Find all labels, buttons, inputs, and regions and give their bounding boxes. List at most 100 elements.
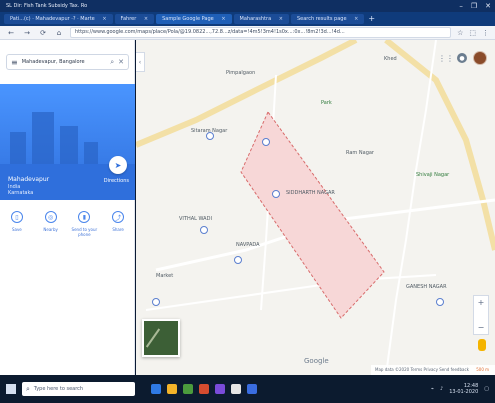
maximize-icon[interactable]: ❐ xyxy=(471,2,477,10)
action-send[interactable]: ▮ Send to your phone xyxy=(70,211,98,237)
tab-label: Pati...(c) · Mahadevapur ·? · Marte xyxy=(10,16,95,22)
system-tray: ⌁ ♪ 12:48 13-01-2020 ▢ xyxy=(431,383,489,395)
satellite-toggle[interactable] xyxy=(142,319,180,357)
tab-close-icon[interactable]: × xyxy=(221,16,225,22)
nearby-icon: ◎ xyxy=(44,211,57,223)
action-share[interactable]: ⤴ Share xyxy=(104,211,132,232)
poi-marker[interactable] xyxy=(272,190,280,198)
notification-icon[interactable]: ● xyxy=(457,53,467,63)
reload-icon[interactable]: ⟳ xyxy=(38,28,48,38)
app-icon[interactable] xyxy=(183,384,193,394)
extension-icon[interactable]: ⬚ xyxy=(469,29,476,37)
road-minor xyxy=(145,274,437,311)
tab-4[interactable]: Maharashtra × xyxy=(233,14,289,24)
search-icon[interactable]: ⌕ xyxy=(110,58,114,67)
place-panel: ≡ Mahadevapur, Bangalore ⌕ ✕ Mahadevapur… xyxy=(0,40,135,375)
apps-grid-icon[interactable]: ⋮⋮ xyxy=(438,53,454,63)
poi-marker[interactable] xyxy=(152,298,160,306)
tab-close-icon[interactable]: × xyxy=(354,16,358,22)
poi-marker[interactable] xyxy=(206,132,214,140)
tab-label: Maharashtra xyxy=(239,16,272,22)
app-icon[interactable] xyxy=(199,384,209,394)
place-hero: Mahadevapur India Karnataka ➤ Directions xyxy=(0,84,135,200)
place-actions: ▯ Save ◎ Nearby ▮ Send to your phone ⤴ S… xyxy=(0,205,135,249)
poi-marker[interactable] xyxy=(200,226,208,234)
map-label: Khed xyxy=(384,56,397,62)
tab-5[interactable]: Search results page × xyxy=(290,14,365,24)
menu-dots-icon[interactable]: ⋮ xyxy=(482,29,489,37)
windows-start-icon[interactable] xyxy=(6,384,16,394)
tab-close-icon[interactable]: × xyxy=(102,16,106,22)
window-title-bar: SL Dir: Fish Tank Subsidy Tax. Ro xyxy=(0,0,495,12)
zoom-control: + − xyxy=(473,295,489,335)
app-icon[interactable] xyxy=(231,384,241,394)
zoom-in-icon[interactable]: + xyxy=(478,298,485,307)
poi-marker[interactable] xyxy=(436,298,444,306)
taskbar: ⌕ Type here to search ⌁ ♪ 12:48 13-01-20… xyxy=(0,375,495,403)
poi-marker[interactable] xyxy=(234,256,242,264)
tab-bar: Pati...(c) · Mahadevapur ·? · Marte × Fa… xyxy=(0,12,495,26)
address-bar: ← → ⟳ ⌂ https://www.google.com/maps/plac… xyxy=(0,26,495,40)
search-icon: ⌕ xyxy=(26,384,30,393)
action-label: Save xyxy=(11,227,22,232)
browser-icon[interactable] xyxy=(151,384,161,394)
clock[interactable]: 12:48 13-01-2020 xyxy=(449,383,478,395)
zoom-out-icon[interactable]: − xyxy=(478,323,485,332)
volume-icon[interactable]: ♪ xyxy=(440,386,443,392)
window-controls: – ❐ ✕ xyxy=(459,0,491,12)
app-icon[interactable] xyxy=(247,384,257,394)
map-label: Ram Nagar xyxy=(346,150,374,156)
place-sub2: Karnataka xyxy=(8,190,34,196)
google-logo: Google xyxy=(304,357,329,365)
star-icon[interactable]: ☆ xyxy=(457,29,463,37)
map-label: NAVPADA xyxy=(236,242,260,248)
map-label: SIDDHARTH NAGAR xyxy=(286,190,335,196)
clock-date: 13-01-2020 xyxy=(449,389,479,395)
app-icon[interactable] xyxy=(215,384,225,394)
maps-search-box[interactable]: ≡ Mahadevapur, Bangalore ⌕ ✕ xyxy=(6,54,129,70)
action-label: Share xyxy=(112,227,124,232)
road-major xyxy=(136,40,358,148)
hamburger-icon[interactable]: ≡ xyxy=(11,58,18,67)
street-view-icon[interactable] xyxy=(478,339,486,351)
map-label: GANESH NAGAR xyxy=(406,284,447,290)
window-title: SL Dir: Fish Tank Subsidy Tax. Ro xyxy=(6,3,88,9)
tab-close-icon[interactable]: × xyxy=(279,16,283,22)
search-input[interactable]: Mahadevapur, Bangalore xyxy=(22,59,107,65)
tab-label: Search results page xyxy=(296,16,347,22)
action-nearby[interactable]: ◎ Nearby xyxy=(37,211,65,232)
taskbar-search-placeholder: Type here to search xyxy=(33,386,84,392)
map-canvas[interactable]: Pimpalgaon Sitaram Nagar Khed Shivaji Na… xyxy=(136,40,495,375)
back-icon[interactable]: ← xyxy=(6,28,16,38)
tab-label: Fahrer xyxy=(120,16,137,22)
minimize-icon[interactable]: – xyxy=(459,2,463,10)
action-save[interactable]: ▯ Save xyxy=(3,211,31,232)
tab-1[interactable]: Pati...(c) · Mahadevapur ·? · Marte × xyxy=(4,14,113,24)
forward-icon[interactable]: → xyxy=(22,28,32,38)
notifications-icon[interactable]: ▢ xyxy=(484,386,489,392)
close-icon[interactable]: ✕ xyxy=(485,2,491,10)
directions-icon: ➤ xyxy=(114,160,122,170)
home-icon[interactable]: ⌂ xyxy=(54,28,64,38)
url-input[interactable]: https://www.google.com/maps/place/Pola/@… xyxy=(70,27,452,38)
tab-3[interactable]: Sample Google Page × xyxy=(156,14,232,24)
tab-label: Sample Google Page xyxy=(162,16,214,22)
toolbar-right-icons: ☆ ⬚ ⋮ xyxy=(457,29,489,37)
action-label: Nearby xyxy=(43,227,58,232)
action-label: Send to your phone xyxy=(71,227,98,237)
directions-button[interactable]: ➤ xyxy=(109,156,127,174)
tab-close-icon[interactable]: × xyxy=(144,16,148,22)
new-tab-icon[interactable]: + xyxy=(368,14,375,24)
network-icon[interactable]: ⌁ xyxy=(431,386,434,392)
folder-icon[interactable] xyxy=(167,384,177,394)
collapse-panel-button[interactable]: ‹ xyxy=(136,52,145,72)
map-footer: Map data ©2020 Terms Privacy Send feedba… xyxy=(371,365,495,375)
tab-2[interactable]: Fahrer × xyxy=(114,14,155,24)
map-scale: 500 m xyxy=(476,367,490,372)
close-icon[interactable]: ✕ xyxy=(118,58,124,66)
phone-icon: ▮ xyxy=(78,211,91,223)
poi-marker[interactable] xyxy=(262,138,270,146)
map-label: Park xyxy=(321,100,332,106)
account-avatar[interactable] xyxy=(473,51,487,65)
taskbar-search[interactable]: ⌕ Type here to search xyxy=(22,382,135,396)
